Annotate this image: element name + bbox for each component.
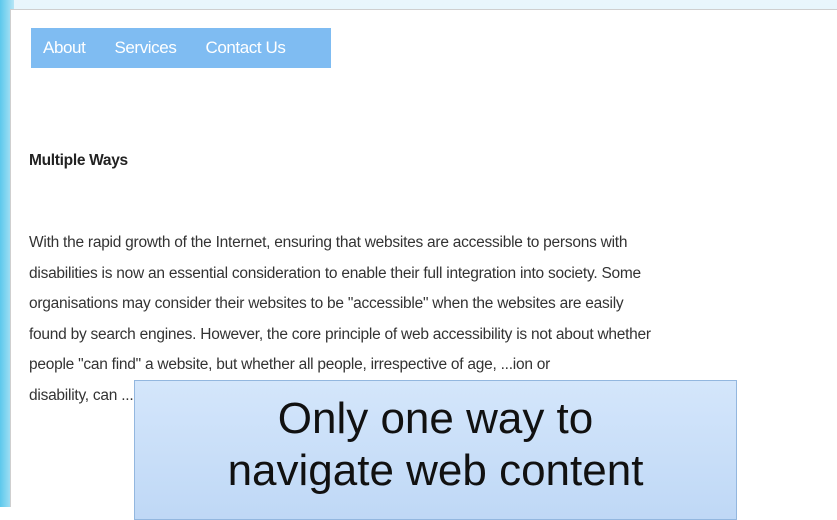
paragraph-line: organisations may consider their website… (29, 295, 624, 312)
callout-line-2: navigate web content (227, 446, 644, 495)
paragraph-line: people "can find" a website, but whether… (29, 356, 551, 373)
navigation-bar: About Services Contact Us (31, 28, 331, 68)
nav-link-contact-us[interactable]: Contact Us (205, 38, 285, 58)
section-heading: Multiple Ways (29, 152, 128, 169)
callout-box: Only one way to navigate web content (134, 380, 737, 520)
paragraph-line: found by search engines. However, the co… (29, 325, 651, 343)
nav-link-services[interactable]: Services (114, 38, 176, 58)
paragraph-line: disabilities is now an essential conside… (29, 264, 641, 282)
paragraph-line: With the rapid growth of the Internet, e… (29, 234, 628, 251)
nav-link-about[interactable]: About (43, 38, 86, 58)
callout-line-1: Only one way to (277, 394, 594, 443)
